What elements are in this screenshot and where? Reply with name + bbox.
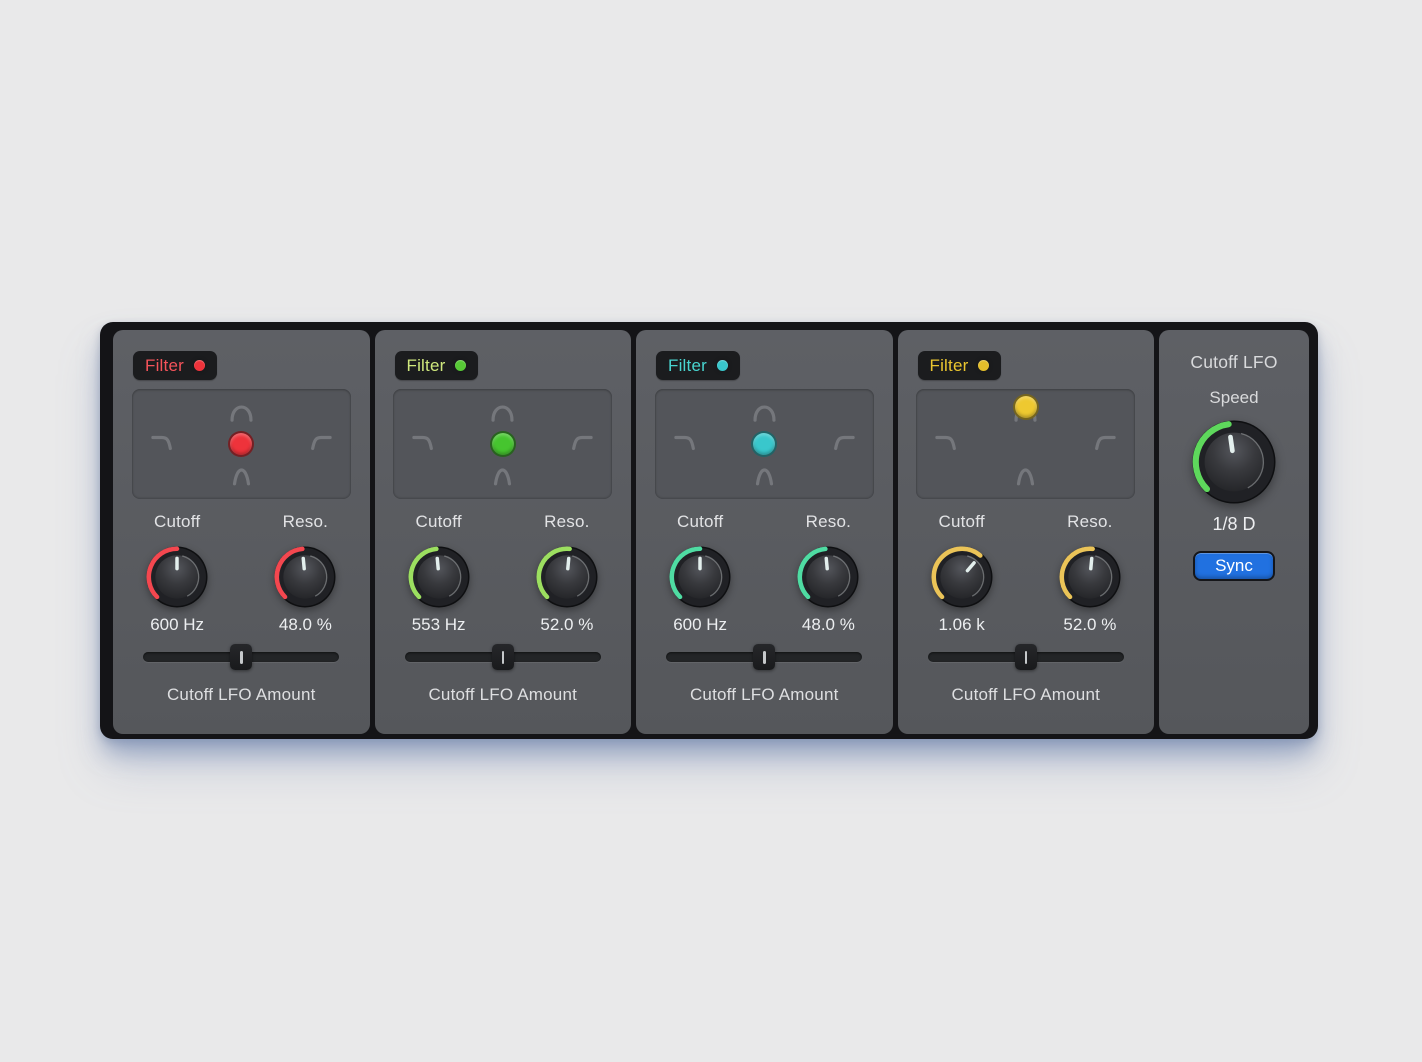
reso-label: Reso. bbox=[1067, 511, 1112, 533]
lowpass-icon bbox=[676, 438, 693, 449]
cutoff-lfo-amount-label: Cutoff LFO Amount bbox=[113, 685, 370, 705]
cutoff-lfo-title: Cutoff LFO bbox=[1190, 351, 1277, 373]
bandpass-icon bbox=[493, 407, 512, 420]
peak-icon bbox=[1019, 470, 1033, 484]
filter-panel-3: Filter Cutoff 600 Hz Reso. 48.0 % bbox=[636, 330, 893, 734]
cutoff-lfo-amount-slider[interactable] bbox=[666, 644, 862, 670]
cutoff-lfo-amount-label: Cutoff LFO Amount bbox=[636, 685, 893, 705]
lfo-speed-label: Speed bbox=[1209, 387, 1258, 409]
slider-handle[interactable] bbox=[230, 644, 252, 670]
filter-toggle[interactable]: Filter bbox=[395, 351, 479, 380]
peak-icon bbox=[234, 470, 248, 484]
reso-label: Reso. bbox=[283, 511, 328, 533]
cutoff-label: Cutoff bbox=[939, 511, 985, 533]
cutoff-value[interactable]: 600 Hz bbox=[673, 614, 727, 636]
lowpass-icon bbox=[937, 438, 954, 449]
highpass-icon bbox=[574, 438, 591, 449]
reso-knob[interactable] bbox=[274, 546, 336, 608]
filter-position-dot[interactable] bbox=[751, 431, 777, 457]
reso-knob[interactable] bbox=[1059, 546, 1121, 608]
reso-value[interactable]: 52.0 % bbox=[540, 614, 593, 636]
filter-led-icon bbox=[978, 360, 989, 371]
reso-value[interactable]: 48.0 % bbox=[802, 614, 855, 636]
reso-value[interactable]: 48.0 % bbox=[279, 614, 332, 636]
cutoff-knob[interactable] bbox=[669, 546, 731, 608]
slider-handle[interactable] bbox=[753, 644, 775, 670]
filter-led-icon bbox=[194, 360, 205, 371]
filter-toggle[interactable]: Filter bbox=[656, 351, 740, 380]
cutoff-label: Cutoff bbox=[677, 511, 723, 533]
cutoff-lfo-amount-slider[interactable] bbox=[405, 644, 601, 670]
filter-xy-pad[interactable] bbox=[655, 389, 874, 499]
cutoff-lfo-amount-label: Cutoff LFO Amount bbox=[898, 685, 1155, 705]
filter-led-icon bbox=[717, 360, 728, 371]
reso-value[interactable]: 52.0 % bbox=[1063, 614, 1116, 636]
highpass-icon bbox=[1097, 438, 1114, 449]
slider-handle-tick bbox=[763, 651, 766, 664]
peak-icon bbox=[757, 470, 771, 484]
slider-handle-tick bbox=[240, 651, 243, 664]
cutoff-lfo-amount-slider[interactable] bbox=[143, 644, 339, 670]
filter-xy-pad[interactable] bbox=[132, 389, 351, 499]
reso-label: Reso. bbox=[806, 511, 851, 533]
filter-label: Filter bbox=[407, 356, 446, 376]
slider-handle-tick bbox=[1025, 651, 1028, 664]
peak-icon bbox=[496, 470, 510, 484]
cutoff-lfo-amount-label: Cutoff LFO Amount bbox=[375, 685, 632, 705]
filter-bank-device: Filter Cutoff 600 Hz Reso. 48.0 % bbox=[100, 322, 1318, 739]
cutoff-knob[interactable] bbox=[408, 546, 470, 608]
filter-position-dot[interactable] bbox=[490, 431, 516, 457]
filter-label: Filter bbox=[145, 356, 184, 376]
filter-label: Filter bbox=[668, 356, 707, 376]
highpass-icon bbox=[835, 438, 852, 449]
cutoff-label: Cutoff bbox=[154, 511, 200, 533]
filter-toggle[interactable]: Filter bbox=[133, 351, 217, 380]
filter-label: Filter bbox=[930, 356, 969, 376]
filter-led-icon bbox=[455, 360, 466, 371]
filter-xy-pad[interactable] bbox=[393, 389, 612, 499]
lfo-speed-knob[interactable] bbox=[1192, 420, 1276, 504]
slider-handle-tick bbox=[502, 651, 505, 664]
reso-knob[interactable] bbox=[797, 546, 859, 608]
cutoff-value[interactable]: 600 Hz bbox=[150, 614, 204, 636]
cutoff-lfo-panel: Cutoff LFO Speed 1/8 D Sync bbox=[1159, 330, 1309, 734]
filter-panel-2: Filter Cutoff 553 Hz Reso. 52.0 % bbox=[375, 330, 632, 734]
sync-button[interactable]: Sync bbox=[1193, 551, 1275, 581]
lowpass-icon bbox=[153, 438, 170, 449]
reso-knob[interactable] bbox=[536, 546, 598, 608]
filter-xy-pad[interactable] bbox=[916, 389, 1135, 499]
highpass-icon bbox=[312, 438, 329, 449]
slider-handle[interactable] bbox=[1015, 644, 1037, 670]
lowpass-icon bbox=[414, 438, 431, 449]
filter-position-dot[interactable] bbox=[228, 431, 254, 457]
lfo-speed-value[interactable]: 1/8 D bbox=[1212, 513, 1255, 535]
bandpass-icon bbox=[232, 407, 251, 420]
bandpass-icon bbox=[755, 407, 774, 420]
reso-label: Reso. bbox=[544, 511, 589, 533]
filter-position-dot[interactable] bbox=[1013, 394, 1039, 420]
cutoff-label: Cutoff bbox=[416, 511, 462, 533]
filter-toggle[interactable]: Filter bbox=[918, 351, 1002, 380]
filter-panel-4: Filter Cutoff 1.06 k Reso. 52.0 % bbox=[898, 330, 1155, 734]
cutoff-knob[interactable] bbox=[931, 546, 993, 608]
slider-handle[interactable] bbox=[492, 644, 514, 670]
cutoff-value[interactable]: 553 Hz bbox=[412, 614, 466, 636]
cutoff-lfo-amount-slider[interactable] bbox=[928, 644, 1124, 670]
filter-panel-1: Filter Cutoff 600 Hz Reso. 48.0 % bbox=[113, 330, 370, 734]
cutoff-value[interactable]: 1.06 k bbox=[938, 614, 984, 636]
cutoff-knob[interactable] bbox=[146, 546, 208, 608]
